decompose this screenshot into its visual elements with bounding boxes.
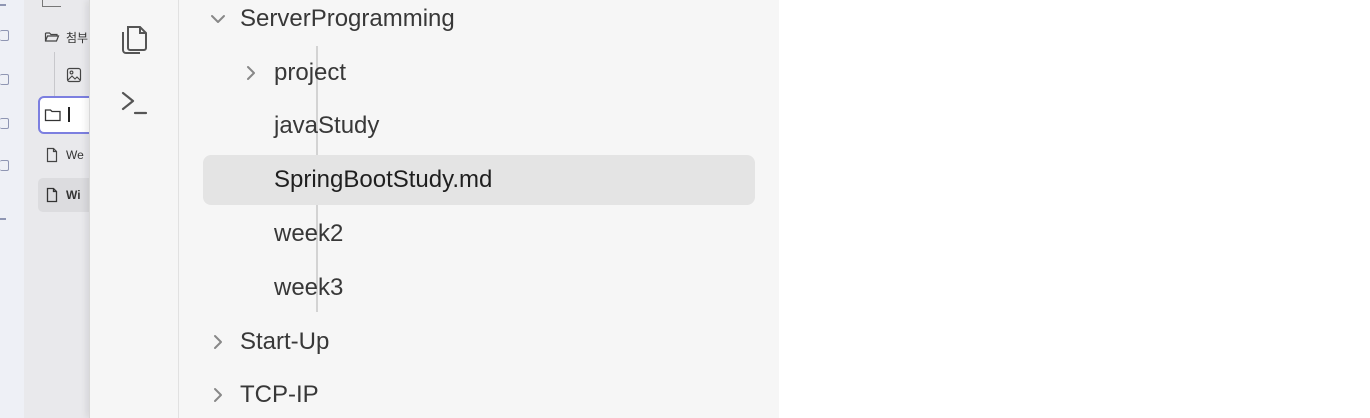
- calendar-icon[interactable]: [0, 118, 9, 129]
- ribbon-dash-icon: [0, 218, 6, 220]
- sidebar-item-label: We: [66, 148, 84, 162]
- image-file-icon: [66, 67, 82, 83]
- folder-icon: [44, 109, 61, 122]
- folder-open-icon: [44, 32, 60, 42]
- tree-label: TCP-IP: [240, 381, 319, 408]
- tree-label: project: [274, 59, 347, 86]
- terminal-button[interactable]: [114, 82, 154, 122]
- text-cursor: [68, 107, 70, 122]
- chevron-right-icon[interactable]: [208, 332, 228, 352]
- tree-label: SpringBootStudy.md: [274, 166, 493, 193]
- sidebar-item-file-we[interactable]: We: [44, 144, 84, 166]
- tree-item-week2[interactable]: week2: [203, 209, 755, 259]
- tree-folder-tcp-ip[interactable]: TCP-IP: [203, 370, 755, 418]
- tree-folder-serverprogramming[interactable]: ServerProgramming: [203, 0, 755, 44]
- tree-stub: [42, 0, 61, 7]
- tree-label: week3: [274, 274, 344, 301]
- copy-icon[interactable]: [0, 160, 9, 171]
- background-ribbon: [0, 0, 25, 418]
- map-pin-icon[interactable]: [0, 30, 9, 41]
- chevron-right-icon[interactable]: [208, 385, 228, 405]
- files-icon: [122, 26, 147, 54]
- file-icon: [46, 187, 58, 203]
- chevron-right-icon[interactable]: [241, 63, 261, 83]
- ribbon-dash-icon: [0, 4, 6, 6]
- tree-folder-start-up[interactable]: Start-Up: [203, 317, 755, 367]
- rename-folder-input[interactable]: [38, 96, 94, 134]
- background-file-explorer: 첨부 We Wi: [24, 0, 94, 418]
- files-button[interactable]: [114, 18, 154, 58]
- sidebar-item-label: Wi: [66, 188, 81, 202]
- file-explorer-drawer: ServerProgramming project javaStudy Spri…: [89, 0, 780, 418]
- sidebar-item-label: 첨부: [66, 30, 89, 45]
- tree-label: ServerProgramming: [240, 5, 455, 32]
- tree-label: javaStudy: [274, 112, 380, 139]
- terminal-icon: [121, 91, 148, 115]
- editor-pane[interactable]: [779, 0, 1370, 418]
- tree-item-springbootstudy[interactable]: SpringBootStudy.md: [203, 155, 755, 205]
- chevron-down-icon[interactable]: [208, 9, 228, 29]
- sidebar-item-image[interactable]: [66, 64, 88, 86]
- tree-item-javastudy[interactable]: javaStudy: [203, 101, 755, 151]
- tree-folder-project[interactable]: project: [203, 48, 755, 98]
- file-icon: [46, 147, 58, 163]
- tree-label: Start-Up: [240, 328, 330, 355]
- app-window: 첨부 We Wi ServerProgramming project javaS…: [0, 0, 1370, 418]
- sidebar-item-attachments[interactable]: 첨부: [44, 26, 88, 48]
- tree-item-week3[interactable]: week3: [203, 263, 755, 313]
- grid-icon[interactable]: [0, 74, 9, 85]
- drawer-ribbon: [90, 0, 179, 418]
- file-tree: ServerProgramming project javaStudy Spri…: [179, 0, 778, 418]
- sidebar-item-file-wi[interactable]: Wi: [38, 178, 94, 212]
- tree-label: week2: [274, 220, 344, 247]
- tree-guide-line: [54, 52, 55, 96]
- sidebar-item-content: Wi: [44, 184, 81, 206]
